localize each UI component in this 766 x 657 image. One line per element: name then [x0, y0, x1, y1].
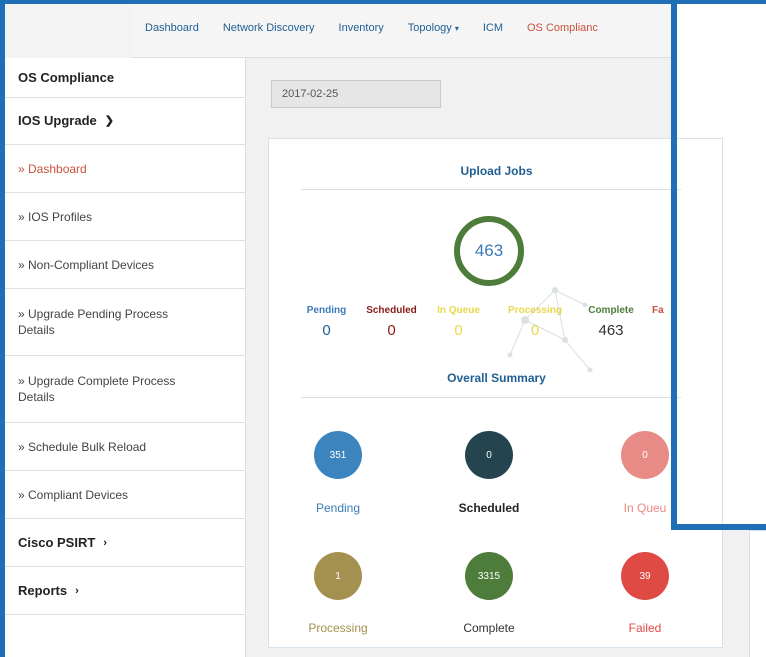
frame-border-top	[0, 0, 766, 4]
bubble-value: 1	[335, 570, 341, 582]
nav-icm[interactable]: ICM	[483, 22, 503, 34]
sidebar: OS Compliance IOS Upgrade ❯ » Dashboard …	[5, 58, 246, 657]
summary-scheduled-label: Scheduled	[458, 501, 520, 515]
stat-value: 0	[322, 322, 331, 339]
frame-border-right	[671, 0, 677, 530]
summary-in-queue-label: In Queu	[623, 501, 667, 515]
chevron-down-icon: ❯	[104, 115, 114, 127]
nav-menu: Dashboard Network Discovery Inventory To…	[145, 22, 622, 34]
sidebar-item-upgrade-pending[interactable]: » Upgrade Pending Process Details	[5, 289, 246, 356]
sidebar-item-reports[interactable]: Reports ›	[5, 567, 246, 615]
summary-pending-bubble[interactable]: 351	[314, 431, 362, 479]
bubble-value: 351	[329, 449, 347, 461]
divider	[301, 189, 681, 190]
summary-pending-label: Pending	[315, 501, 361, 515]
bubble-value: 0	[486, 449, 492, 461]
sidebar-item-cisco-psirt[interactable]: Cisco PSIRT ›	[5, 519, 246, 567]
summary-complete-bubble[interactable]: 3315	[465, 552, 513, 600]
stat-scheduled: Scheduled 0	[359, 305, 424, 339]
logo-area	[5, 4, 132, 58]
nav-topology-label: Topology	[407, 22, 452, 34]
stat-pending: Pending 0	[299, 305, 354, 339]
sidebar-item-label: Cisco PSIRT	[18, 534, 96, 550]
summary-scheduled-bubble[interactable]: 0	[465, 431, 513, 479]
sidebar-item-ios-profiles[interactable]: » IOS Profiles	[5, 193, 246, 241]
sidebar-item-schedule-bulk-reload[interactable]: » Schedule Bulk Reload	[5, 423, 246, 471]
stat-value: 0	[387, 322, 396, 339]
chevron-right-icon: ›	[75, 584, 79, 597]
stat-failed: Fa	[652, 305, 672, 316]
stat-label: In Queue	[437, 305, 480, 316]
nav-dashboard[interactable]: Dashboard	[145, 22, 199, 34]
sidebar-item-compliant-devices[interactable]: » Compliant Devices	[5, 471, 246, 519]
nav-topology[interactable]: Topology ▾	[408, 22, 459, 34]
stat-label: Fa	[652, 305, 664, 316]
bubble-value: 0	[642, 449, 648, 461]
network-watermark-icon	[507, 287, 593, 373]
nav-network-discovery[interactable]: Network Discovery	[223, 22, 315, 34]
sidebar-item-dashboard[interactable]: » Dashboard	[5, 145, 246, 193]
sidebar-item-non-compliant-devices[interactable]: » Non-Compliant Devices	[5, 241, 246, 289]
stat-label: Scheduled	[366, 305, 417, 316]
sidebar-item-label: Reports	[18, 582, 68, 598]
jobs-card: Upload Jobs 463 Pending 0 Scheduled 0 In…	[268, 138, 723, 648]
stat-in-queue: In Queue 0	[431, 305, 486, 339]
summary-failed-label: Failed	[628, 621, 662, 635]
frame-border-left	[0, 0, 5, 657]
main-content: 2017-02-25 Upload Jobs 463 Pending 0 Sch…	[246, 58, 723, 657]
right-partial-card	[749, 530, 766, 657]
sidebar-title: OS Compliance	[5, 58, 246, 98]
bubble-value: 39	[639, 570, 651, 582]
date-input[interactable]: 2017-02-25	[271, 80, 441, 108]
summary-complete-label: Complete	[463, 621, 515, 635]
upload-jobs-title: Upload Jobs	[460, 164, 533, 178]
summary-processing-bubble[interactable]: 1	[314, 552, 362, 600]
stat-label: Pending	[306, 305, 347, 316]
caret-down-icon: ▾	[454, 24, 459, 33]
sidebar-item-ios-upgrade[interactable]: IOS Upgrade ❯	[5, 98, 246, 145]
bubble-value: 3315	[477, 570, 501, 582]
chevron-right-icon: ›	[103, 536, 107, 549]
frame-border-bottom	[671, 524, 766, 530]
sidebar-item-upgrade-complete[interactable]: » Upgrade Complete Process Details	[5, 356, 246, 423]
sidebar-item-label: IOS Upgrade	[18, 113, 97, 128]
summary-in-queue-bubble[interactable]: 0	[621, 431, 669, 479]
top-navbar: Dashboard Network Discovery Inventory To…	[5, 4, 671, 58]
nav-inventory[interactable]: Inventory	[339, 22, 384, 34]
summary-processing-label: Processing	[308, 621, 368, 635]
divider	[301, 397, 681, 398]
summary-failed-bubble[interactable]: 39	[621, 552, 669, 600]
nav-os-compliance[interactable]: OS Complianc	[527, 22, 598, 34]
stat-value: 0	[454, 322, 463, 339]
